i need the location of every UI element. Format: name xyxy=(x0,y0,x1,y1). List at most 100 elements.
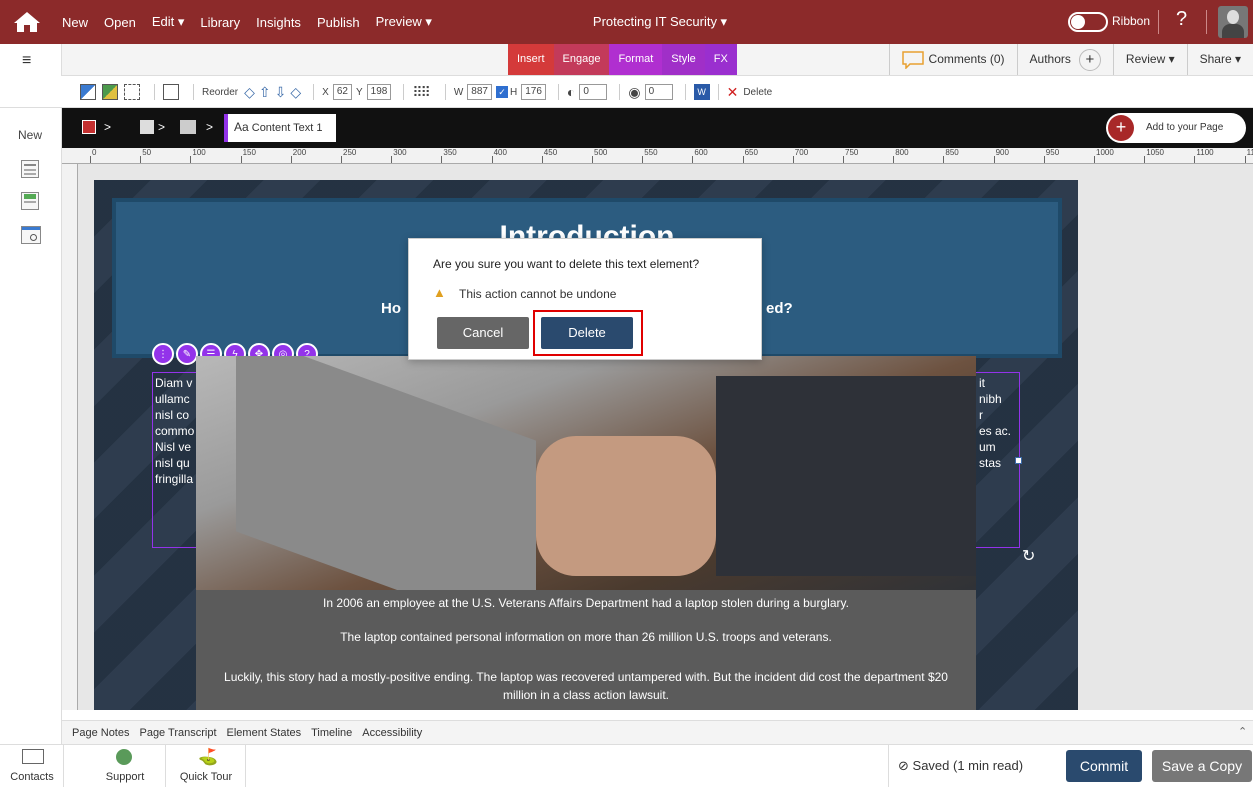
review-dropdown[interactable]: Review ▾ xyxy=(1112,44,1187,75)
support-icon xyxy=(116,749,132,765)
menu-new[interactable]: New xyxy=(62,15,88,30)
x-position-input[interactable]: 62 xyxy=(332,84,352,100)
menu-open[interactable]: Open xyxy=(104,15,136,30)
grid-icon[interactable]: ⠿⠿ xyxy=(412,84,430,101)
status-bar: Contacts Support ⛳ Quick Tour ⊘ Saved (1… xyxy=(0,744,1253,787)
divider xyxy=(888,745,889,787)
confirm-delete-button[interactable]: Delete xyxy=(541,317,633,349)
ruler-tick-label: 550 xyxy=(644,148,658,157)
ruler-tick-label: 1000 xyxy=(1096,148,1114,157)
ribbon-toggle[interactable] xyxy=(1068,12,1108,32)
w-label: W xyxy=(453,86,464,98)
authors-button[interactable]: Authors + xyxy=(1016,44,1113,75)
delete-label[interactable]: Delete xyxy=(743,87,772,98)
ruler-tick-label: 250 xyxy=(343,148,357,157)
help-button[interactable]: ? xyxy=(1176,8,1187,31)
bring-front-icon[interactable]: ◇ xyxy=(244,84,255,101)
tab-fx[interactable]: FX xyxy=(704,44,737,75)
ruler-tick xyxy=(90,156,91,163)
tab-insert[interactable]: Insert xyxy=(508,44,554,75)
resize-handle[interactable] xyxy=(1015,457,1022,464)
ruler-tick xyxy=(240,156,242,163)
contacts-button[interactable]: Contacts xyxy=(0,745,64,787)
current-element-crumb[interactable]: Aa Content Text 1 xyxy=(224,114,336,142)
word-export-icon[interactable]: W xyxy=(693,84,710,100)
height-input[interactable]: 176 xyxy=(521,84,546,100)
comments-button[interactable]: Comments (0) xyxy=(888,44,1017,75)
tab-accessibility[interactable]: Accessibility xyxy=(362,727,422,739)
course-title-dropdown[interactable]: Protecting IT Security ▾ xyxy=(560,14,760,30)
ruler-tick-label: 700 xyxy=(794,148,809,157)
page-template-icon[interactable] xyxy=(21,160,39,178)
commit-button[interactable]: Commit xyxy=(1066,750,1142,782)
tab-page-transcript[interactable]: Page Transcript xyxy=(139,727,216,739)
crumb-separator: > xyxy=(158,120,166,134)
ruler-tick xyxy=(943,156,945,163)
laptop-image[interactable]: In 2006 an employee at the U.S. Veterans… xyxy=(196,356,976,710)
send-backward-icon[interactable]: ⇩ xyxy=(275,84,287,101)
menu-edit[interactable]: Edit ▾ xyxy=(152,14,185,30)
collapse-panel-icon[interactable]: ⌃ xyxy=(1238,725,1247,738)
tab-format[interactable]: Format xyxy=(609,44,663,75)
divider xyxy=(403,84,405,100)
image-edit-icon[interactable] xyxy=(80,84,96,100)
image-caption: In 2006 an employee at the U.S. Veterans… xyxy=(196,590,976,710)
y-position-input[interactable]: 198 xyxy=(366,84,392,100)
authors-label: Authors xyxy=(1029,52,1071,66)
cancel-button[interactable]: Cancel xyxy=(437,317,529,349)
opacity-spinner[interactable]: 0 xyxy=(579,84,608,100)
width-input[interactable]: 887 xyxy=(467,84,492,100)
rotation-spinner[interactable]: 0 xyxy=(644,84,673,100)
home-icon[interactable] xyxy=(12,10,42,34)
edit-pencil-icon[interactable]: ✎ xyxy=(176,343,198,365)
ruler-tick xyxy=(843,156,844,163)
menu-publish[interactable]: Publish xyxy=(317,15,360,30)
ruler-tick xyxy=(1043,156,1045,163)
question-page-icon[interactable] xyxy=(21,192,39,210)
menu-insights[interactable]: Insights xyxy=(256,15,301,30)
image-icon[interactable] xyxy=(102,84,118,100)
text-line: fringilla xyxy=(155,472,194,486)
search-page-icon[interactable] xyxy=(21,226,41,244)
ruler-tick-label: 100 xyxy=(192,148,206,157)
opacity-icon: ◐ xyxy=(566,84,576,100)
main-menu: New Open Edit ▾ Library Insights Publish… xyxy=(62,0,448,44)
user-avatar[interactable] xyxy=(1218,6,1248,38)
menu-library[interactable]: Library xyxy=(200,15,240,30)
tab-page-notes[interactable]: Page Notes xyxy=(72,727,129,739)
tab-engage[interactable]: Engage xyxy=(553,44,610,75)
caption-line-2: The laptop contained personal informatio… xyxy=(340,630,832,644)
support-button[interactable]: Support xyxy=(84,745,166,787)
group-crumb-icon[interactable] xyxy=(180,120,196,134)
ruler-tick-label: 800 xyxy=(895,148,909,157)
bring-forward-icon[interactable]: ⇧ xyxy=(259,84,271,101)
comments-label: Comments (0) xyxy=(928,52,1005,66)
crop-icon[interactable] xyxy=(124,84,140,100)
signpost-icon: ⛳ xyxy=(198,749,218,766)
text-line: nibh xyxy=(979,392,1002,406)
rotate-handle-icon[interactable]: ↻ xyxy=(1022,546,1035,566)
delete-icon[interactable]: ✕ xyxy=(727,84,739,101)
add-author-icon[interactable]: + xyxy=(1078,48,1101,71)
tab-element-states[interactable]: Element States xyxy=(227,727,302,739)
tab-timeline[interactable]: Timeline xyxy=(311,727,352,739)
lock-ratio-checkbox[interactable]: ✓ xyxy=(495,86,508,98)
send-back-icon[interactable]: ◇ xyxy=(290,84,301,101)
ruler-tick-label: 1150 xyxy=(1246,148,1253,157)
hamburger-menu-icon[interactable]: ≡ xyxy=(22,52,31,70)
tab-style[interactable]: Style xyxy=(662,44,705,75)
toggle-knob xyxy=(1071,15,1085,29)
more-options-icon[interactable]: ⋮ xyxy=(152,343,174,365)
ruler-tick xyxy=(441,156,443,163)
menu-preview[interactable]: Preview ▾ xyxy=(376,14,432,30)
banner-subtitle-right: ed? xyxy=(766,300,793,317)
edit-box-icon[interactable] xyxy=(163,84,179,100)
share-dropdown[interactable]: Share ▾ xyxy=(1186,44,1253,75)
quick-tour-button[interactable]: ⛳ Quick Tour xyxy=(166,745,246,787)
caption-line-3: Luckily, this story had a mostly-positiv… xyxy=(224,670,948,702)
support-label: Support xyxy=(105,771,145,783)
add-to-page-button[interactable]: + Add to your Page xyxy=(1106,113,1246,143)
page-crumb-icon[interactable] xyxy=(140,120,154,134)
save-copy-button[interactable]: Save a Copy xyxy=(1152,750,1252,782)
course-crumb-icon[interactable] xyxy=(82,120,96,134)
